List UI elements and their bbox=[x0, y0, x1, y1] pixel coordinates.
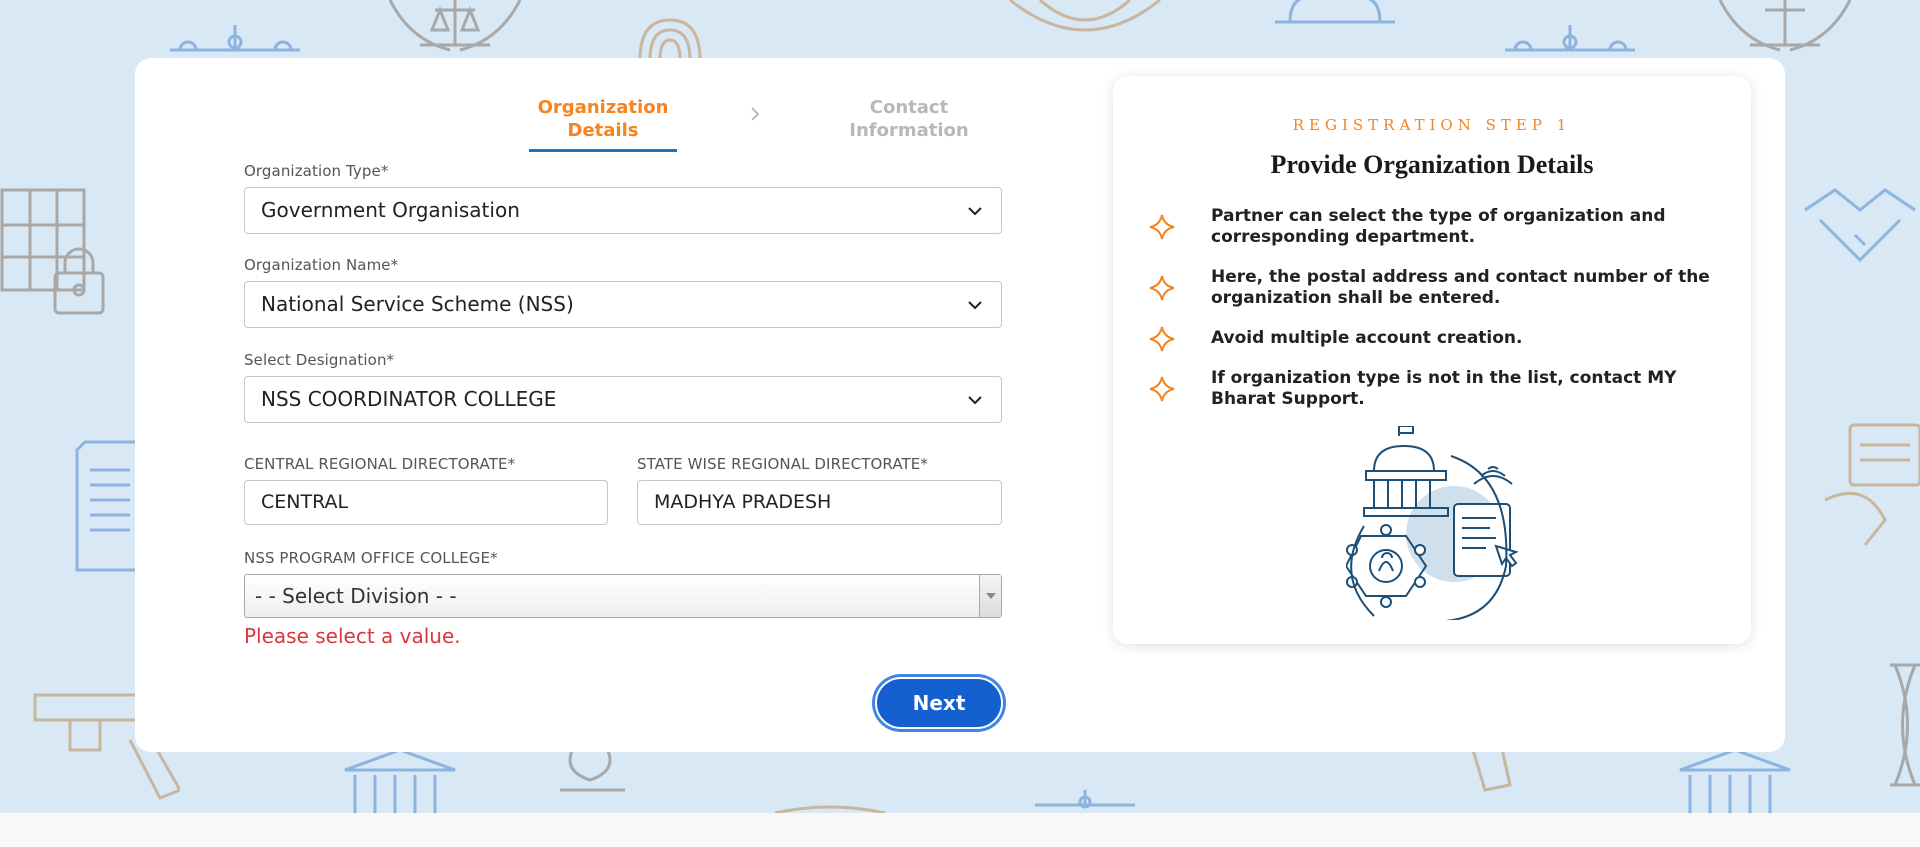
program-office-label: NSS PROGRAM OFFICE COLLEGE* bbox=[244, 549, 498, 567]
next-button[interactable]: Next bbox=[875, 677, 1003, 729]
fingerprint-icon bbox=[638, 18, 702, 60]
parliament-building-icon bbox=[344, 750, 456, 813]
info-item-text: Avoid multiple account creation. bbox=[1211, 328, 1523, 348]
vase-icon bbox=[560, 745, 625, 792]
window-lock-icon bbox=[0, 188, 105, 315]
step-organization-details[interactable]: Organization Details bbox=[529, 96, 677, 152]
info-item: Partner can select the type of organizat… bbox=[1149, 206, 1729, 248]
org-type-value: Government Organisation bbox=[261, 198, 520, 222]
chevron-down-icon bbox=[968, 301, 982, 310]
info-list: Partner can select the type of organizat… bbox=[1149, 206, 1729, 410]
info-item-text: If organization type is not in the list,… bbox=[1211, 368, 1677, 409]
info-kicker: REGISTRATION STEP 1 bbox=[1292, 116, 1572, 134]
program-office-select[interactable]: - - Select Division - - bbox=[244, 574, 1002, 618]
step-contact-information[interactable]: Contact Information bbox=[829, 96, 989, 142]
info-item-text: Here, the postal address and contact num… bbox=[1211, 267, 1710, 308]
dropdown-arrow-icon bbox=[979, 575, 1001, 617]
sun-emblem-icon bbox=[774, 805, 886, 813]
archway-icon bbox=[1275, 0, 1395, 24]
org-type-label: Organization Type* bbox=[244, 162, 389, 180]
info-item: Here, the postal address and contact num… bbox=[1149, 267, 1729, 309]
info-item: If organization type is not in the list,… bbox=[1149, 368, 1729, 410]
chevron-down-icon bbox=[968, 207, 982, 216]
scales-of-justice-icon bbox=[1505, 25, 1635, 52]
hourglass-icon bbox=[1890, 663, 1920, 787]
org-name-label: Organization Name* bbox=[244, 256, 399, 274]
government-digital-services-icon bbox=[1346, 426, 1519, 620]
org-name-value: National Service Scheme (NSS) bbox=[261, 292, 574, 316]
designation-value: NSS COORDINATOR COLLEGE bbox=[261, 387, 557, 411]
registration-card: Organization Details Contact Information… bbox=[135, 58, 1785, 752]
info-item-text: Partner can select the type of organizat… bbox=[1211, 206, 1666, 247]
state-directorate-label: STATE WISE REGIONAL DIRECTORATE* bbox=[637, 455, 928, 473]
court-emblem-icon bbox=[388, 0, 522, 52]
designation-select[interactable]: NSS COORDINATOR COLLEGE bbox=[244, 376, 1002, 423]
parliament-building-icon bbox=[1679, 750, 1791, 813]
chevron-down-icon bbox=[968, 396, 982, 405]
scales-of-justice-icon bbox=[1035, 790, 1135, 809]
state-directorate-field[interactable]: MADHYA PRADESH bbox=[637, 480, 1002, 525]
chevron-right-icon bbox=[751, 107, 760, 121]
sparkle-icon bbox=[1149, 376, 1175, 402]
certificate-icon bbox=[1824, 423, 1920, 546]
info-panel: REGISTRATION STEP 1 Provide Organization… bbox=[1113, 76, 1751, 644]
info-title: Provide Organization Details bbox=[1270, 150, 1594, 179]
org-type-select[interactable]: Government Organisation bbox=[244, 187, 1002, 234]
sun-emblem-icon bbox=[1009, 0, 1161, 32]
sparkle-icon bbox=[1149, 275, 1175, 301]
program-office-value: - - Select Division - - bbox=[255, 584, 457, 608]
designation-label: Select Designation* bbox=[244, 351, 395, 369]
validation-error: Please select a value. bbox=[244, 624, 461, 648]
page-footer-strip bbox=[0, 813, 1920, 847]
org-name-select[interactable]: National Service Scheme (NSS) bbox=[244, 281, 1002, 328]
registration-stepper: Organization Details Contact Information bbox=[529, 96, 989, 152]
document-icon bbox=[75, 440, 135, 572]
info-item: Avoid multiple account creation. bbox=[1149, 326, 1729, 351]
sparkle-icon bbox=[1149, 214, 1175, 240]
handshake-icon bbox=[1804, 188, 1916, 263]
central-directorate-label: CENTRAL REGIONAL DIRECTORATE* bbox=[244, 455, 516, 473]
court-emblem-icon bbox=[1718, 0, 1852, 52]
central-directorate-field[interactable]: CENTRAL bbox=[244, 480, 608, 525]
scales-of-justice-icon bbox=[170, 25, 300, 52]
sparkle-icon bbox=[1149, 326, 1175, 351]
